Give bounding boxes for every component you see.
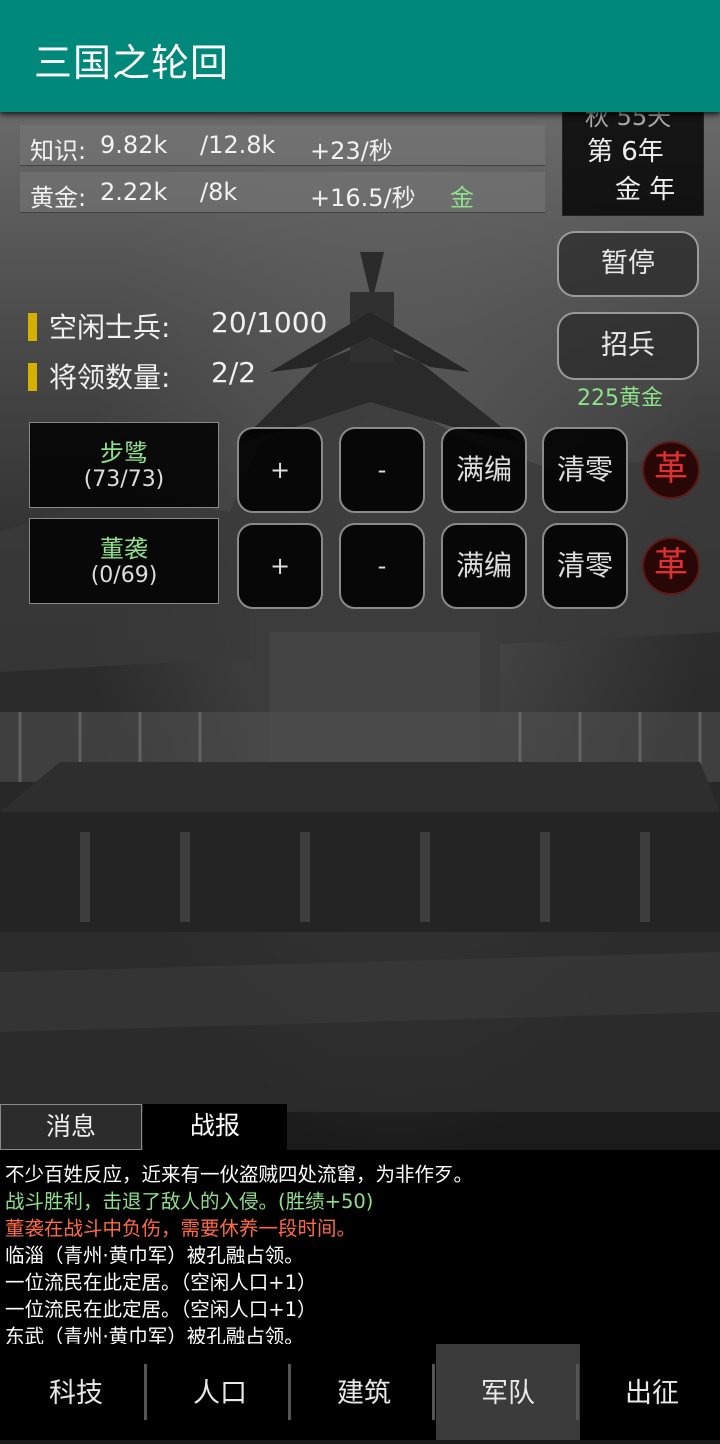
- log-line: 一位流民在此定居。（空闲人口+1）: [5, 1271, 317, 1294]
- element-year: 金 年: [615, 175, 676, 205]
- unit-card-2: 董袭 (0/69): [29, 518, 219, 604]
- add-soldier-button[interactable]: +: [237, 523, 323, 609]
- log-line: 董袭在战斗中负伤，需要休养一段时间。: [5, 1217, 357, 1240]
- remove-soldier-button[interactable]: -: [339, 427, 425, 513]
- message-log: 不少百姓反应，近来有一伙盗贼四处流窜，为非作歹。 战斗胜利，击退了敌人的入侵。(…: [0, 1150, 720, 1348]
- unit-count: (73/73): [83, 467, 165, 492]
- stat-value: 20/1000: [211, 306, 328, 339]
- resource-rate: +23/秒: [310, 137, 393, 165]
- bottom-nav: 科技 人口 建筑 军队 出征: [0, 1344, 720, 1440]
- nav-divider: [576, 1364, 579, 1420]
- fill-unit-button[interactable]: 满编: [441, 523, 527, 609]
- nav-army[interactable]: 军队: [436, 1344, 580, 1440]
- resource-rate: +16.5/秒: [310, 184, 416, 212]
- resource-tag: 金: [450, 184, 474, 212]
- dismiss-general-button[interactable]: 革: [642, 441, 700, 499]
- year-number: 第 6年: [587, 137, 664, 167]
- stat-value: 2/2: [211, 356, 257, 389]
- date-panel: 秋 55天 第 6年 金 年: [562, 100, 704, 216]
- app-title: 三国之轮回: [34, 41, 230, 85]
- unit-count: (0/69): [90, 563, 158, 588]
- log-line: 不少百姓反应，近来有一伙盗贼四处流窜，为非作歹。: [5, 1163, 474, 1186]
- unit-name: 步骘: [100, 439, 148, 467]
- clear-unit-button[interactable]: 清零: [542, 523, 628, 609]
- fill-unit-button[interactable]: 满编: [441, 427, 527, 513]
- resource-cap: /12.8k: [200, 131, 276, 159]
- resource-cap: /8k: [200, 178, 238, 206]
- resource-row-knowledge: 知识: 9.82k /12.8k +23/秒: [20, 125, 545, 166]
- unit-card-1: 步骘 (73/73): [29, 422, 219, 508]
- resource-amount: 9.82k: [100, 131, 168, 159]
- resource-name: 黄金:: [30, 184, 87, 212]
- generals-count-stat: 将领数量: 2/2: [28, 356, 256, 396]
- pause-button[interactable]: 暂停: [557, 231, 699, 297]
- nav-divider: [288, 1364, 291, 1420]
- stat-label: 将领数量:: [49, 361, 171, 394]
- tab-battle-reports[interactable]: 战报: [143, 1104, 287, 1150]
- recruit-button[interactable]: 招兵: [557, 312, 699, 380]
- dismiss-general-button[interactable]: 革: [642, 537, 700, 595]
- log-line: 一位流民在此定居。（空闲人口+1）: [5, 1298, 317, 1321]
- clear-unit-button[interactable]: 清零: [542, 427, 628, 513]
- nav-expedition[interactable]: 出征: [580, 1344, 720, 1440]
- stat-marker: [28, 313, 37, 341]
- nav-buildings[interactable]: 建筑: [292, 1344, 436, 1440]
- log-line: 战斗胜利，击退了敌人的入侵。(胜绩+50): [5, 1190, 374, 1213]
- recruit-cost: 225黄金: [577, 386, 663, 411]
- stat-marker: [28, 363, 37, 391]
- unit-name: 董袭: [100, 535, 148, 563]
- nav-divider: [144, 1364, 147, 1420]
- resource-name: 知识:: [30, 137, 87, 165]
- remove-soldier-button[interactable]: -: [339, 523, 425, 609]
- log-line: 临淄（青州·黄巾军）被孔融占领。: [5, 1244, 304, 1267]
- nav-tech[interactable]: 科技: [4, 1344, 148, 1440]
- add-soldier-button[interactable]: +: [237, 427, 323, 513]
- tab-messages[interactable]: 消息: [0, 1104, 142, 1150]
- stat-label: 空闲士兵:: [49, 311, 171, 344]
- resource-amount: 2.22k: [100, 178, 168, 206]
- nav-divider: [432, 1364, 435, 1420]
- app-bar-overlay: 三国之轮回: [0, 0, 720, 112]
- idle-soldiers-stat: 空闲士兵: 20/1000: [28, 306, 327, 346]
- nav-population[interactable]: 人口: [148, 1344, 292, 1440]
- resource-row-gold: 黄金: 2.22k /8k +16.5/秒 金: [20, 172, 545, 213]
